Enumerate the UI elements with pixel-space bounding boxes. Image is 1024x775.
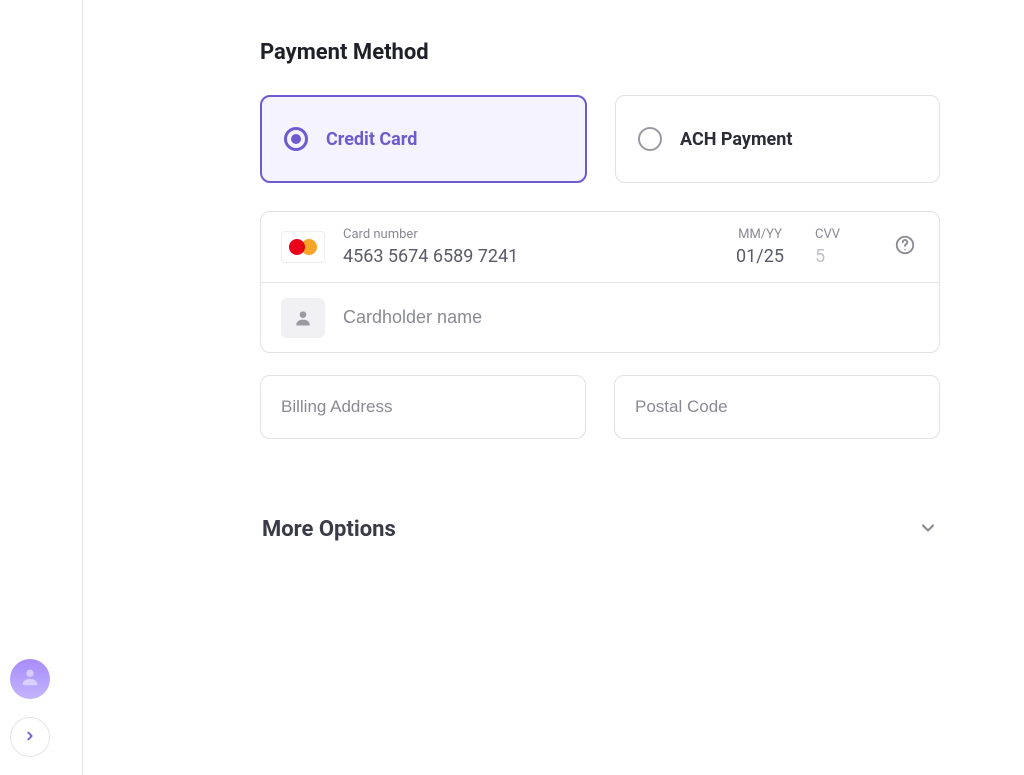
radio-unselected-icon xyxy=(638,127,662,151)
card-cvv-label: CVV xyxy=(815,227,885,242)
card-expiry-label: MM/YY xyxy=(738,227,782,242)
mastercard-icon xyxy=(281,231,325,263)
tab-credit-card-label: Credit Card xyxy=(326,129,417,150)
chevron-right-icon xyxy=(23,728,37,747)
help-circle-icon xyxy=(894,234,916,260)
card-number-field[interactable]: Card number 4563 5674 6589 7241 xyxy=(343,227,705,267)
person-icon xyxy=(19,666,41,692)
payment-method-tabs: Credit Card ACH Payment xyxy=(260,95,940,183)
tab-ach-payment[interactable]: ACH Payment xyxy=(615,95,940,183)
card-expiry-value: 01/25 xyxy=(736,246,784,267)
tab-credit-card[interactable]: Credit Card xyxy=(260,95,587,183)
card-number-value: 4563 5674 6589 7241 xyxy=(343,246,705,267)
card-details-block: Card number 4563 5674 6589 7241 MM/YY 01… xyxy=(260,211,940,353)
person-icon xyxy=(281,298,325,338)
card-expiry-field[interactable]: MM/YY 01/25 xyxy=(705,227,815,267)
nav-forward-button[interactable] xyxy=(10,717,50,757)
address-row xyxy=(260,375,940,439)
postal-code-input[interactable] xyxy=(614,375,940,439)
more-options-toggle[interactable]: More Options xyxy=(260,509,940,550)
avatar-button[interactable] xyxy=(10,659,50,699)
section-title: Payment Method xyxy=(260,40,940,65)
cvv-help-button[interactable] xyxy=(891,234,919,260)
floating-controls xyxy=(10,659,50,757)
card-cvv-value: 5 xyxy=(815,246,885,267)
payment-form: Payment Method Credit Card ACH Payment C… xyxy=(260,40,940,550)
more-options-label: More Options xyxy=(262,517,396,542)
card-number-row[interactable]: Card number 4563 5674 6589 7241 MM/YY 01… xyxy=(261,212,939,282)
cardholder-name-row xyxy=(261,282,939,352)
chevron-down-icon xyxy=(918,518,938,542)
card-cvv-field[interactable]: CVV 5 xyxy=(815,227,885,267)
cardholder-name-input[interactable] xyxy=(343,307,919,328)
billing-address-input[interactable] xyxy=(260,375,586,439)
card-number-label: Card number xyxy=(343,227,705,242)
sidebar-divider xyxy=(82,0,83,775)
tab-ach-label: ACH Payment xyxy=(680,129,792,150)
radio-selected-icon xyxy=(284,127,308,151)
